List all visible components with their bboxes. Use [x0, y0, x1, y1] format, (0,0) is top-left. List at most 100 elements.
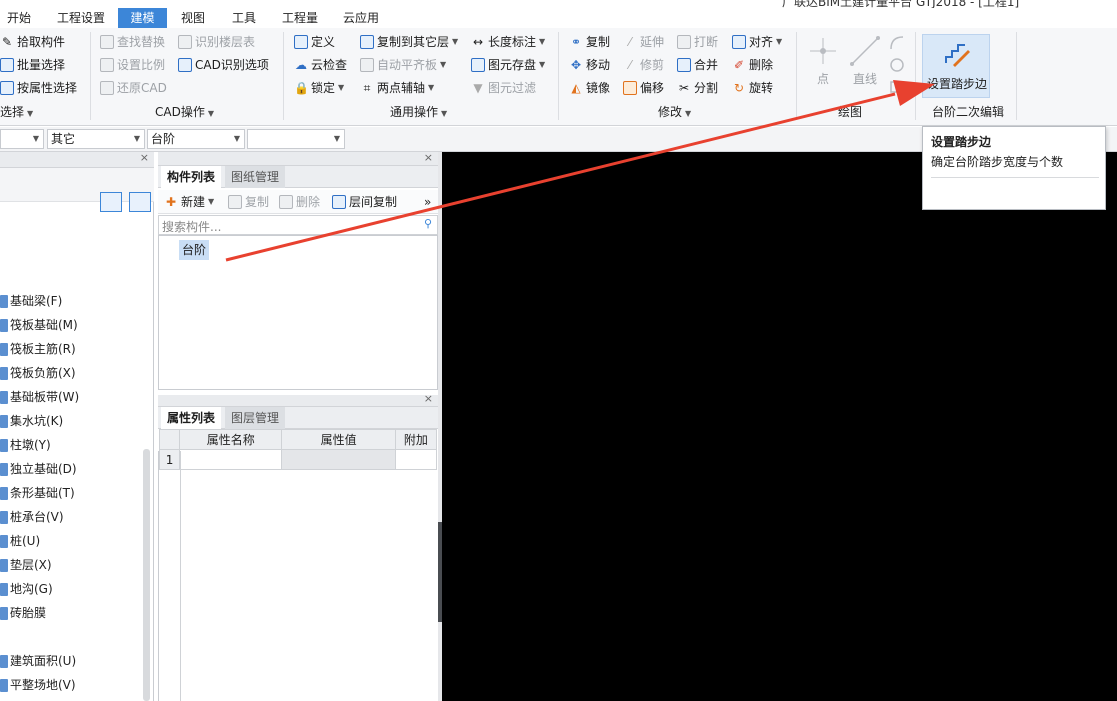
menu-tab-view[interactable]: 视图 — [181, 8, 205, 28]
nav-item[interactable]: 筏板基础(M) — [0, 315, 78, 335]
align-button[interactable]: 对齐 ▼ — [732, 32, 782, 52]
close-icon[interactable]: × — [140, 151, 149, 164]
delete-component-button[interactable]: 删除 — [279, 192, 320, 212]
nav-item[interactable]: 集水坑(K) — [0, 411, 63, 431]
close-icon[interactable]: × — [424, 151, 433, 164]
copy-button[interactable]: ⚭ 复制 — [569, 32, 610, 52]
nav-item[interactable]: 独立基础(D) — [0, 459, 77, 479]
chevron-down-icon: ▼ — [685, 109, 692, 118]
menu-tab-quantities[interactable]: 工程量 — [282, 8, 318, 28]
drawing-canvas[interactable] — [442, 152, 1117, 701]
nav-item[interactable]: 建筑面积(U) — [0, 651, 76, 671]
break-button[interactable]: 打断 — [677, 32, 718, 52]
list-view-icon[interactable] — [100, 192, 122, 212]
tab-property-list[interactable]: 属性列表 — [161, 407, 222, 429]
define-button[interactable]: 定义 — [294, 32, 335, 52]
move-button[interactable]: ✥ 移动 — [569, 55, 610, 75]
component-select[interactable]: ▼ — [247, 129, 345, 149]
nav-item[interactable]: 平整场地(V) — [0, 675, 76, 695]
nav-item[interactable]: 桩承台(V) — [0, 507, 64, 527]
find-replace-button[interactable]: 查找替换 — [100, 32, 165, 52]
nav-item[interactable]: 基础梁(F) — [0, 291, 62, 311]
tab-drawing-management[interactable]: 图纸管理 — [225, 166, 286, 188]
set-scale-button[interactable]: 设置比例 — [100, 55, 165, 75]
save-element-button[interactable]: 图元存盘 ▼ — [471, 55, 545, 75]
menu-tab-start[interactable]: 开始 — [7, 8, 31, 28]
menu-tab-tools[interactable]: 工具 — [232, 8, 256, 28]
nav-item[interactable]: 筏板主筋(R) — [0, 339, 76, 359]
nav-item[interactable]: 条形基础(T) — [0, 483, 75, 503]
property-extra-cell[interactable] — [394, 449, 438, 470]
group-label-common[interactable]: 通用操作 ▼ — [390, 103, 447, 121]
split-button[interactable]: ✂ 分割 — [677, 78, 718, 98]
menu-tab-project-settings[interactable]: 工程设置 — [57, 8, 105, 28]
offset-icon — [623, 81, 637, 95]
lock-button[interactable]: 🔒 锁定 ▼ — [294, 78, 344, 98]
scrollbar[interactable] — [143, 449, 150, 701]
group-label-modify[interactable]: 修改 ▼ — [658, 103, 691, 121]
chevron-down-icon: ▼ — [452, 37, 459, 46]
draw-circle-button[interactable] — [888, 56, 906, 74]
copy-component-button[interactable]: 复制 — [228, 192, 269, 212]
two-point-axis-button[interactable]: ⌗ 两点辅轴 ▼ — [360, 78, 435, 98]
group-label-step-edit: 台阶二次编辑 — [932, 105, 1005, 119]
trim-button[interactable]: ⁄ 修剪 — [623, 55, 664, 75]
chevron-down-icon: ▼ — [441, 109, 448, 118]
component-search-input[interactable]: 搜索构件... ⚲ — [158, 215, 438, 235]
trench-icon — [0, 582, 8, 596]
tab-layer-management[interactable]: 图层管理 — [225, 407, 286, 429]
merge-button[interactable]: 合并 — [677, 55, 718, 75]
delete-button[interactable]: ✐ 删除 — [732, 55, 773, 75]
property-value-cell[interactable] — [281, 449, 396, 470]
length-mark-button[interactable]: ↔ 长度标注 ▼ — [471, 32, 545, 52]
category-select[interactable]: 其它 ▼ — [47, 129, 145, 149]
set-step-edge-button[interactable]: 设置踏步边 — [922, 34, 990, 98]
rotate-button[interactable]: ↻ 旋转 — [732, 78, 773, 98]
group-label-cad[interactable]: CAD操作 ▼ — [155, 103, 214, 121]
draw-rectangle-button[interactable] — [888, 78, 906, 96]
pick-component-button[interactable]: ✎ 拾取构件 — [0, 32, 65, 52]
tile-view-icon[interactable] — [129, 192, 151, 212]
draw-point-button[interactable]: 点 — [808, 34, 838, 94]
tab-component-list[interactable]: 构件列表 — [161, 166, 222, 188]
batch-select-button[interactable]: 批量选择 — [0, 55, 65, 75]
draw-line-button[interactable]: 直线 — [848, 34, 882, 94]
auto-align-slab-button[interactable]: 自动平齐板 ▼ — [360, 55, 446, 75]
offset-button[interactable]: 偏移 — [623, 78, 664, 98]
draw-arc-button[interactable] — [888, 34, 906, 52]
select-by-attribute-button[interactable]: 按属性选择 — [0, 78, 77, 98]
rectangle-icon — [890, 81, 904, 93]
group-label-select[interactable]: 选择 ▼ — [0, 103, 33, 121]
detect-floor-table-button[interactable]: 识别楼层表 — [178, 32, 255, 52]
nav-item[interactable]: 地沟(G) — [0, 579, 53, 599]
isolated-foundation-icon — [0, 462, 8, 476]
restore-cad-button[interactable]: 还原CAD — [100, 78, 167, 98]
copy-to-other-floor-button[interactable]: 复制到其它层 ▼ — [360, 32, 458, 52]
cad-options-button[interactable]: CAD识别选项 — [178, 55, 269, 75]
extend-button[interactable]: ⁄ 延伸 — [623, 32, 664, 52]
table-row[interactable]: 1 — [158, 449, 438, 470]
nav-item[interactable]: 筏板负筋(X) — [0, 363, 76, 383]
nav-item[interactable]: 桩(U) — [0, 531, 40, 551]
chevron-down-icon: ▼ — [133, 134, 140, 143]
component-type-select[interactable]: 台阶 ▼ — [147, 129, 245, 149]
property-name-cell[interactable] — [179, 449, 283, 470]
floor-select[interactable]: ▼ — [0, 129, 44, 149]
close-icon[interactable]: × — [424, 392, 433, 405]
chevron-down-icon: ▼ — [440, 60, 447, 69]
chevron-down-icon: ▼ — [428, 83, 435, 92]
menu-tab-cloud-apps[interactable]: 云应用 — [343, 8, 379, 28]
nav-item[interactable]: 垫层(X) — [0, 555, 52, 575]
new-component-button[interactable]: ✚ 新建 ▼ — [164, 192, 214, 212]
middle-panel: × 构件列表 图纸管理 ✚ 新建 ▼ 复制 删除 层间复制 » 搜索构件... ⚲ … — [158, 151, 438, 701]
property-grid-line — [180, 451, 181, 701]
menu-tab-modeling[interactable]: 建模 — [118, 8, 167, 28]
nav-item[interactable]: 柱墩(Y) — [0, 435, 51, 455]
more-tools-button[interactable]: » — [424, 192, 431, 212]
nav-item[interactable]: 基础板带(W) — [0, 387, 79, 407]
floor-copy-button[interactable]: 层间复制 — [332, 192, 397, 212]
element-filter-button[interactable]: ▼ 图元过滤 — [471, 78, 536, 98]
cloud-check-button[interactable]: ☁ 云检查 — [294, 55, 347, 75]
mirror-button[interactable]: ◭ 镜像 — [569, 78, 610, 98]
nav-item[interactable]: 砖胎膜 — [0, 603, 46, 623]
